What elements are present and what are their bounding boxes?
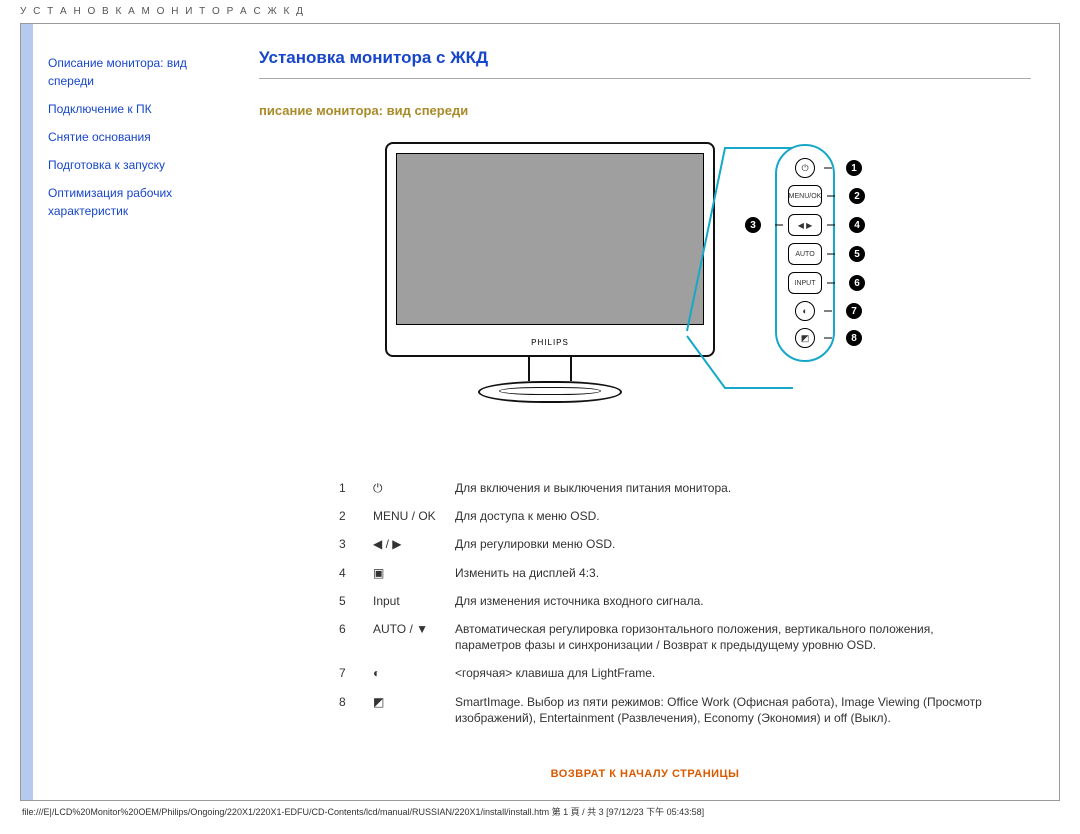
table-row: 8◩SmartImage. Выбор из пяти режимов: Off… [339,688,991,732]
table-row: 6AUTO / ▼Автоматическая регулировка гори… [339,615,991,659]
control-number: 8 [339,688,373,732]
control-description: <горячая> клавиша для LightFrame. [455,659,991,687]
page-title: Установка монитора с ЖКД [259,48,1031,68]
table-row: 4▣Изменить на дисплей 4:3. [339,559,991,587]
monitor-illustration: PHILIPS ⏻ 1 MENU/OK [385,136,905,456]
divider [259,78,1031,79]
return-to-top-link[interactable]: ВОЗВРАТ К НАЧАЛУ СТРАНИЦЫ [551,768,740,780]
controls-table: 1⏻Для включения и выключения питания мон… [339,474,991,732]
page-header-small: У С Т А Н О В К А М О Н И Т О Р А С Ж К … [0,0,1080,23]
aspect-icon: ▣ [373,559,455,587]
panel-btn-nav: ◀ ▶ 4 3 [788,214,822,236]
panel-btn-input: INPUT 6 [788,272,822,294]
control-description: Изменить на дисплей 4:3. [455,559,991,587]
page-frame: Описание монитора: вид спереди Подключен… [20,23,1060,801]
sidebar-link-optimize[interactable]: Оптимизация рабочих характеристик [48,184,221,220]
table-row: 1⏻Для включения и выключения питания мон… [339,474,991,502]
section-subhead: писание монитора: вид спереди [259,103,1031,118]
input-icon: Input [373,587,455,615]
sidebar: Описание монитора: вид спереди Подключен… [21,24,231,800]
smartimage-icon: ◩ [373,688,455,732]
panel-btn-smartimage: ◩ 8 [795,328,815,348]
panel-btn-menu: MENU/OK 2 [788,185,822,207]
control-number: 5 [339,587,373,615]
control-description: Для доступа к меню OSD. [455,502,991,530]
control-description: Для включения и выключения питания монит… [455,474,991,502]
lightframe-icon: ◐ [373,659,455,687]
control-number: 7 [339,659,373,687]
left-right-icon: ◀ / ▶ [373,530,455,558]
sidebar-link-remove-base[interactable]: Снятие основания [48,128,221,146]
panel-btn-lightframe: ◐ 7 [795,301,815,321]
menu-ok-icon: MENU / OK [373,502,455,530]
footer-file-path: file:///E|/LCD%20Monitor%20OEM/Philips/O… [0,801,1080,826]
control-number: 4 [339,559,373,587]
power-icon: ⏻ [373,474,455,502]
control-number: 1 [339,474,373,502]
main-content: Установка монитора с ЖКД писание монитор… [231,24,1059,800]
control-number: 6 [339,615,373,659]
table-row: 5InputДля изменения источника входного с… [339,587,991,615]
control-number: 3 [339,530,373,558]
monitor-drawing: PHILIPS [385,142,715,403]
control-number: 2 [339,502,373,530]
sidebar-link-getting-started[interactable]: Подготовка к запуску [48,156,221,174]
brand-label: PHILIPS [387,338,713,347]
control-description: SmartImage. Выбор из пяти режимов: Offic… [455,688,991,732]
control-description: Для регулировки меню OSD. [455,530,991,558]
sidebar-link-connect-pc[interactable]: Подключение к ПК [48,100,221,118]
sidebar-link-front-view[interactable]: Описание монитора: вид спереди [48,54,221,90]
panel-btn-power: ⏻ 1 [795,158,815,178]
auto-down-icon: AUTO / ▼ [373,615,455,659]
control-description: Автоматическая регулировка горизонтально… [455,615,991,659]
table-row: 3◀ / ▶Для регулировки меню OSD. [339,530,991,558]
panel-btn-auto: AUTO 5 [788,243,822,265]
control-description: Для изменения источника входного сигнала… [455,587,991,615]
table-row: 2MENU / OKДля доступа к меню OSD. [339,502,991,530]
table-row: 7◐<горячая> клавиша для LightFrame. [339,659,991,687]
button-panel: ⏻ 1 MENU/OK 2 ◀ ▶ 4 3 AUTO [775,144,835,362]
